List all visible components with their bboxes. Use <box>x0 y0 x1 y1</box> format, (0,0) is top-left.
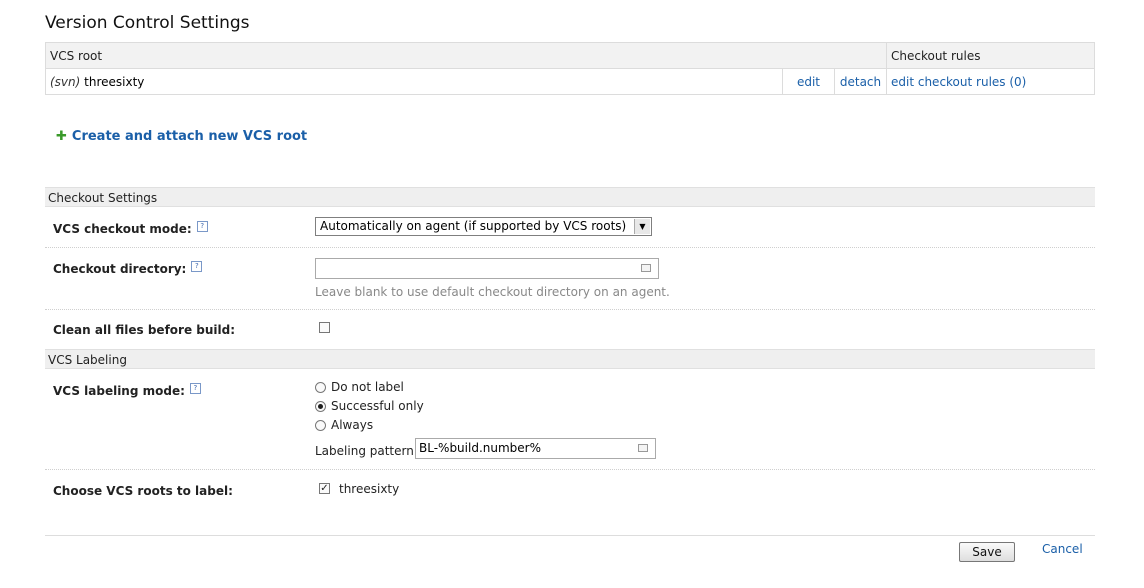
vcs-type: (svn) <box>50 74 81 89</box>
checkout-mode-select[interactable]: Automatically on agent (if supported by … <box>315 217 652 236</box>
labeling-mode-label-text: VCS labeling mode: <box>53 384 185 398</box>
field-icon <box>638 444 648 452</box>
checkout-settings-heading: Checkout Settings <box>45 187 1095 207</box>
dropdown-arrow-icon[interactable]: ▼ <box>634 219 650 234</box>
row-divider <box>45 247 1095 248</box>
radio-button[interactable] <box>315 382 326 393</box>
radio-successful-only[interactable]: Successful only <box>315 399 424 413</box>
vcs-roots-table: VCS root Checkout rules (svn) threesixty… <box>45 42 1095 95</box>
detach-vcs-root-link[interactable]: detach <box>840 75 881 89</box>
radio-label: Do not label <box>331 380 404 394</box>
radio-button-selected[interactable] <box>315 401 326 412</box>
radio-do-not-label[interactable]: Do not label <box>315 380 404 394</box>
field-icon <box>641 264 651 272</box>
checkout-dir-input[interactable] <box>315 258 659 279</box>
radio-label: Always <box>331 418 374 432</box>
help-icon[interactable]: ? <box>189 383 201 394</box>
labeling-pattern-label: Labeling pattern: <box>315 444 418 458</box>
footer-divider <box>45 535 1095 536</box>
row-divider <box>45 469 1095 470</box>
help-icon[interactable]: ? <box>196 221 208 232</box>
checkout-mode-label-text: VCS checkout mode: <box>53 222 192 236</box>
table-row: (svn) threesixty edit detach edit checko… <box>45 68 1095 95</box>
vcs-root-name: threesixty <box>84 74 145 89</box>
checkout-rules-header: Checkout rules <box>886 42 1095 69</box>
edit-vcs-root-link[interactable]: edit <box>797 75 820 89</box>
labeling-mode-label: VCS labeling mode:? <box>53 383 201 398</box>
create-vcs-root-label: Create and attach new VCS root <box>71 129 308 144</box>
vcs-labeling-heading: VCS Labeling <box>45 349 1095 369</box>
checkout-dir-label: Checkout directory:? <box>53 261 203 276</box>
clean-files-checkbox[interactable] <box>319 322 330 333</box>
cancel-link[interactable]: Cancel <box>1042 542 1083 556</box>
vcs-root-header: VCS root <box>45 42 887 69</box>
edit-checkout-rules-link[interactable]: edit checkout rules (0) <box>891 75 1026 89</box>
clean-files-label: Clean all files before build: <box>53 323 236 337</box>
threesixty-label-checkbox[interactable]: ✓ <box>319 483 330 494</box>
vcs-root-cell: (svn) threesixty <box>45 68 783 95</box>
checkout-mode-value: Automatically on agent (if supported by … <box>320 219 627 233</box>
radio-button[interactable] <box>315 420 326 431</box>
radio-always[interactable]: Always <box>315 418 373 432</box>
checkout-mode-label: VCS checkout mode:? <box>53 221 208 236</box>
checkout-dir-hint: Leave blank to use default checkout dire… <box>315 285 670 299</box>
radio-label: Successful only <box>331 399 424 413</box>
create-vcs-root-link[interactable]: ✚ Create and attach new VCS root <box>56 129 307 144</box>
checkout-dir-label-text: Checkout directory: <box>53 262 187 276</box>
vcs-root-label-name: threesixty <box>339 482 400 496</box>
row-divider <box>45 309 1095 310</box>
labeling-pattern-input[interactable]: BL-%build.number% <box>415 438 656 459</box>
save-button[interactable]: Save <box>959 542 1015 562</box>
plus-icon: ✚ <box>56 129 67 144</box>
help-icon[interactable]: ? <box>191 261 203 272</box>
page-title: Version Control Settings <box>45 13 250 33</box>
vcs-roots-to-label-label: Choose VCS roots to label: <box>53 484 233 498</box>
